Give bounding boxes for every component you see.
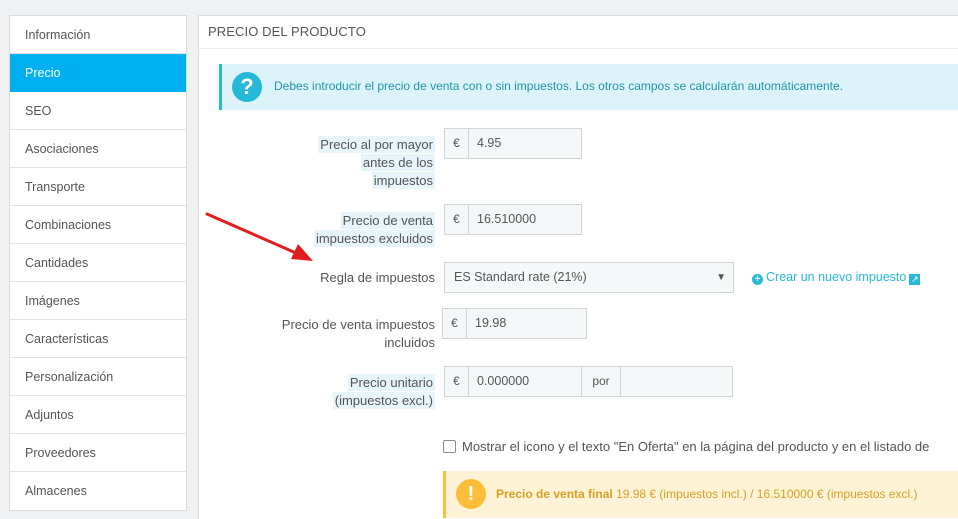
plus-circle-icon: + [752,274,763,285]
currency-addon: € [445,367,469,396]
wholesale-price-label: Precio al por mayor antes de los impuest… [318,136,435,189]
currency-addon: € [445,129,469,158]
final-price-alert: ! Precio de venta final 19.98 € (impuest… [443,471,958,518]
caret-down-icon: ▼ [716,272,726,283]
price-incl-field[interactable]: € 19.98 [442,308,587,339]
on-sale-row[interactable]: Mostrar el icono y el texto "En Oferta" … [443,439,929,454]
panel-title: PRECIO DEL PRODUCTO [199,16,958,49]
unit-price-label: Precio unitario (impuestos excl.) [332,374,435,409]
price-excl-label: Precio de venta impuestos excluidos [313,212,435,247]
unit-price-field[interactable]: € 0.000000 por [444,366,733,397]
sidebar-item-transporte[interactable]: Transporte [10,168,186,206]
tax-rule-label: Regla de impuestos [320,270,435,285]
exclamation-icon: ! [456,479,486,509]
sidebar-item-almacenes[interactable]: Almacenes [10,472,186,510]
sidebar-item-cantidades[interactable]: Cantidades [10,244,186,282]
wholesale-price-field[interactable]: € 4.95 [444,128,582,159]
on-sale-label: Mostrar el icono y el texto "En Oferta" … [462,439,930,454]
per-addon: por [582,367,621,396]
question-icon: ? [232,72,262,102]
currency-addon: € [443,309,467,338]
final-price-message: Precio de venta final 19.98 € (impuestos… [496,487,918,501]
sidebar-item-caracteristicas[interactable]: Características [10,320,186,358]
new-tax-link-label: Crear un nuevo impuesto [766,270,907,284]
info-alert: ? Debes introducir el precio de venta co… [219,64,958,110]
price-incl-input[interactable]: 19.98 [467,309,586,338]
sidebar-item-informacion[interactable]: Información [10,16,186,54]
product-tabs-sidebar: Información Precio SEO Asociaciones Tran… [9,15,187,511]
external-link-icon: ↗ [909,274,921,285]
unit-input[interactable] [621,367,732,396]
tax-rule-select[interactable]: ES Standard rate (21%) ▼ [444,262,734,293]
new-tax-link[interactable]: + Crear un nuevo impuesto ↗ [752,270,921,285]
sidebar-item-combinaciones[interactable]: Combinaciones [10,206,186,244]
sidebar-item-personalizacion[interactable]: Personalización [10,358,186,396]
sidebar-item-proveedores[interactable]: Proveedores [10,434,186,472]
sidebar-item-imagenes[interactable]: Imágenes [10,282,186,320]
tax-rule-selected: ES Standard rate (21%) [454,270,587,284]
wholesale-price-input[interactable]: 4.95 [469,129,581,158]
price-excl-input[interactable]: 16.510000 [469,205,581,234]
info-message: Debes introducir el precio de venta con … [274,79,843,93]
sidebar-item-seo[interactable]: SEO [10,92,186,130]
price-incl-label: Precio de venta impuestos incluidos [281,317,435,350]
sidebar-item-adjuntos[interactable]: Adjuntos [10,396,186,434]
sidebar-item-asociaciones[interactable]: Asociaciones [10,130,186,168]
currency-addon: € [445,205,469,234]
price-excl-field[interactable]: € 16.510000 [444,204,582,235]
unit-price-input[interactable]: 0.000000 [469,367,582,396]
sidebar-item-precio[interactable]: Precio [10,54,186,92]
on-sale-checkbox[interactable] [443,440,456,453]
price-panel: PRECIO DEL PRODUCTO ? Debes introducir e… [198,15,958,519]
